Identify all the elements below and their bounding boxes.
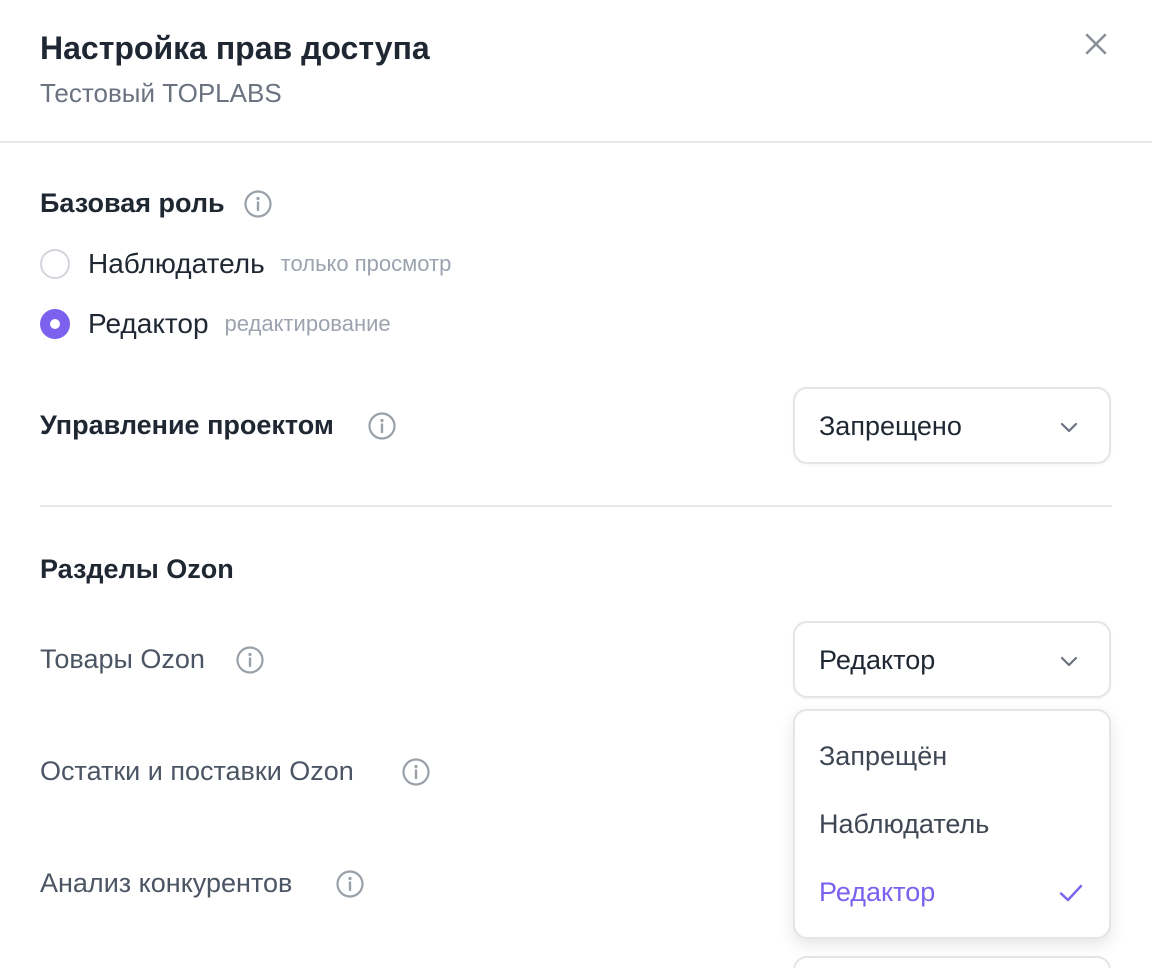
close-icon[interactable] <box>1078 26 1114 62</box>
ozon-products-label: Товары Ozon <box>40 644 205 674</box>
info-icon[interactable] <box>401 757 431 787</box>
radio-observer-control[interactable] <box>40 249 70 279</box>
info-icon[interactable] <box>335 869 365 899</box>
radio-editor-hint: редактирование <box>224 311 391 336</box>
modal-header: Настройка прав доступа Тестовый TOPLABS <box>0 0 1152 143</box>
radio-observer-hint: только просмотр <box>280 251 452 276</box>
info-icon[interactable] <box>367 411 397 441</box>
section-divider <box>40 505 1112 507</box>
project-management-select[interactable]: Запрещено <box>793 387 1111 464</box>
radio-editor[interactable]: Редактор редактирование <box>40 307 391 341</box>
ozon-sections-title: Разделы Ozon <box>40 554 234 584</box>
ozon-stock-label: Остатки и поставки Ozon <box>40 756 354 786</box>
chevron-down-icon <box>1060 656 1078 667</box>
role-dropdown-menu: Запрещён Наблюдатель Редактор <box>793 709 1111 939</box>
access-settings-modal: Настройка прав доступа Тестовый TOPLABS … <box>0 0 1152 968</box>
info-icon[interactable] <box>243 189 273 219</box>
ozon-products-value: Редактор <box>819 645 936 675</box>
dropdown-option-forbidden[interactable]: Запрещён <box>819 741 947 772</box>
competitor-analysis-label: Анализ конкурентов <box>40 868 293 898</box>
project-management-value: Запрещено <box>819 411 962 441</box>
project-management-title: Управление проектом <box>40 410 334 440</box>
radio-editor-label: Редактор <box>88 308 209 339</box>
modal-title: Настройка прав доступа <box>40 30 430 66</box>
next-select-partial[interactable] <box>793 956 1111 968</box>
modal-subtitle: Тестовый TOPLABS <box>40 78 282 108</box>
check-icon <box>1059 884 1083 902</box>
ozon-products-select[interactable]: Редактор <box>793 621 1111 698</box>
radio-editor-control[interactable] <box>40 309 70 339</box>
chevron-down-icon <box>1060 422 1078 433</box>
info-icon[interactable] <box>235 645 265 675</box>
base-role-title: Базовая роль <box>40 188 225 218</box>
dropdown-option-observer[interactable]: Наблюдатель <box>819 809 989 840</box>
radio-observer[interactable]: Наблюдатель только просмотр <box>40 247 451 281</box>
radio-observer-label: Наблюдатель <box>88 248 265 279</box>
dropdown-option-editor[interactable]: Редактор <box>819 877 935 908</box>
